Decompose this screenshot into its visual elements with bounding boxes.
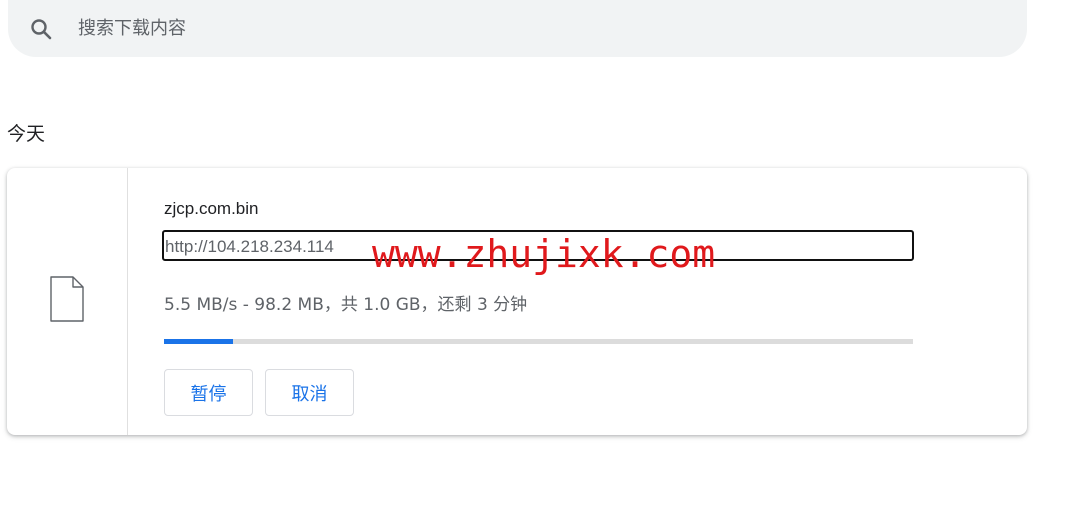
download-status: 5.5 MB/s - 98.2 MB，共 1.0 GB，还剩 3 分钟 <box>164 295 528 315</box>
cancel-button[interactable]: 取消 <box>265 369 354 416</box>
download-details: zjcp.com.bin http://104.218.234.114 www.… <box>162 168 924 435</box>
file-name-link[interactable]: zjcp.com.bin <box>164 199 258 219</box>
progress-fill <box>164 339 233 344</box>
pause-button[interactable]: 暂停 <box>164 369 253 416</box>
search-bar[interactable] <box>8 0 1027 57</box>
file-icon[interactable] <box>49 276 85 327</box>
progress-bar <box>164 339 913 344</box>
search-icon[interactable] <box>28 16 54 42</box>
search-input[interactable] <box>76 7 980 50</box>
watermark-text: www.zhujixk.com <box>372 232 716 276</box>
file-icon-column <box>7 168 128 435</box>
download-item: zjcp.com.bin http://104.218.234.114 www.… <box>7 168 1027 435</box>
downloads-page: 今天 zjcp.com.bin http://104.218.234.114 w… <box>0 0 1078 522</box>
file-url-link[interactable]: http://104.218.234.114 <box>165 237 334 257</box>
date-heading: 今天 <box>7 123 46 145</box>
